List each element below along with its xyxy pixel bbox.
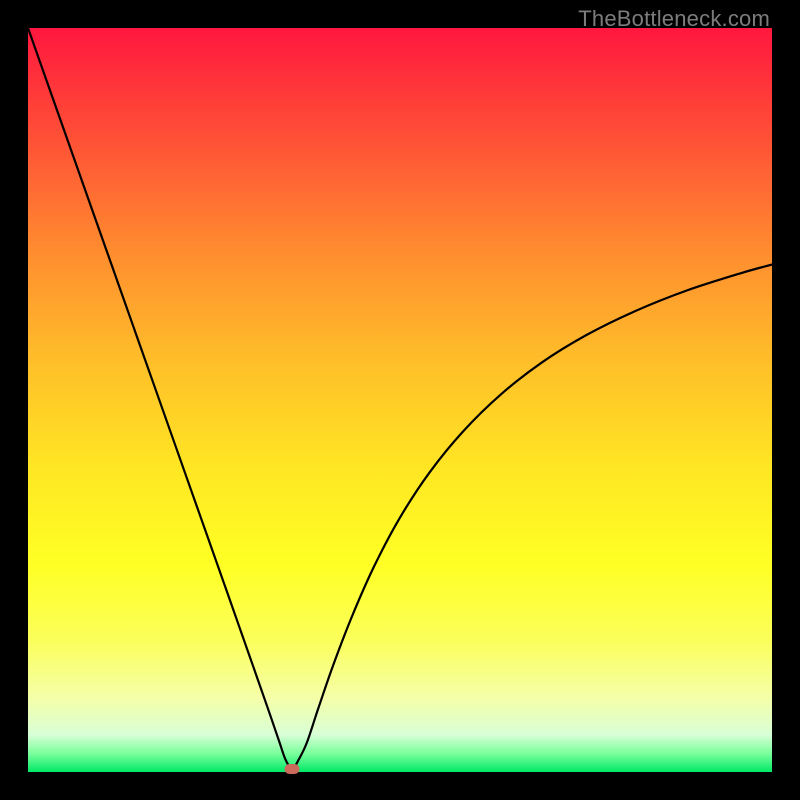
optimum-marker [285, 764, 300, 774]
watermark-text: TheBottleneck.com [578, 6, 770, 32]
curve-layer [28, 28, 772, 772]
bottleneck-curve [28, 28, 772, 769]
plot-area [28, 28, 772, 772]
chart-frame: TheBottleneck.com [0, 0, 800, 800]
